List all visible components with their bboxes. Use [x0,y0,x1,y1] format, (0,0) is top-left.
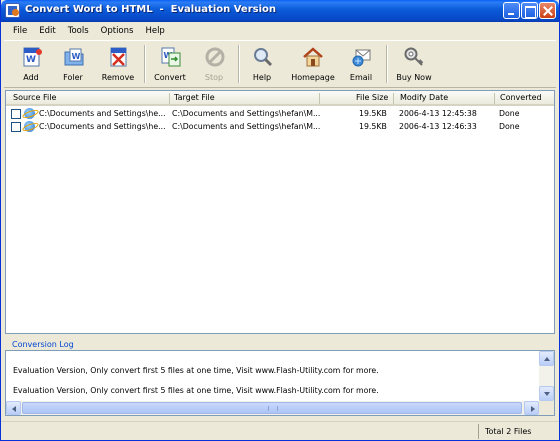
remove-label: Remove [101,73,135,82]
file-list[interactable]: Source File Target File File Size Modify… [5,90,555,334]
source-file-cell: C:\Documents and Settings\he... [39,109,166,118]
help-label: Help [252,73,272,82]
homepage-label: Homepage [291,73,335,82]
convert-button[interactable]: W Convert [149,43,191,87]
column-divider[interactable] [169,93,170,104]
row-checkbox[interactable] [11,122,21,132]
scroll-down-button[interactable] [539,386,554,401]
scroll-left-button[interactable] [6,401,21,415]
stop-label: Stop [204,73,224,82]
target-file-cell: C:\Documents and Settings\hefan\M... [172,122,320,131]
help-magnifier-icon [254,48,273,67]
toolbar-separator [144,45,146,83]
menu-edit[interactable]: Edit [33,26,61,36]
convert-label: Convert [154,73,186,82]
svg-text:W: W [72,52,81,61]
app-icon [5,3,20,18]
html-file-icon [24,121,35,132]
conversion-log[interactable]: Evaluation Version, Only convert first 5… [5,350,555,416]
folder-word-icon: W [64,48,84,66]
window-title: Convert Word to HTML - Evaluation Versio… [25,4,277,15]
stop-icon [205,47,225,67]
column-header-converted[interactable]: Converted [500,93,542,102]
email-icon [352,49,371,67]
html-file-icon [24,108,35,119]
folder-label: Foler [63,73,83,82]
add-button[interactable]: W Add [10,43,52,87]
app-window: Convert Word to HTML - Evaluation Versio… [0,0,560,441]
scroll-up-button[interactable] [539,351,554,366]
column-divider[interactable] [319,93,320,104]
toolbar: W Add W Foler Remove W Convert Stop Help… [4,40,556,88]
converted-cell: Done [499,122,520,131]
homepage-house-icon [303,47,323,67]
menu-file[interactable]: File [7,26,33,36]
convert-icon: W [161,47,181,67]
table-row[interactable]: C:\Documents and Settings\he... C:\Docum… [6,121,554,134]
add-word-icon: W [23,47,42,67]
conversion-log-label: Conversion Log [12,340,74,349]
email-label: Email [349,73,373,82]
vertical-scrollbar[interactable] [539,351,554,401]
homepage-button[interactable]: Homepage [288,43,338,87]
toolbar-separator [238,45,240,83]
column-header-source[interactable]: Source File [13,93,56,102]
help-button[interactable]: Help [241,43,283,87]
menu-help[interactable]: Help [139,26,170,36]
modify-date-cell: 2006-4-13 12:45:38 [399,109,477,118]
table-row[interactable]: C:\Documents and Settings\he... C:\Docum… [6,108,554,121]
maximize-button[interactable] [521,2,538,19]
folder-button[interactable]: W Foler [52,43,94,87]
converted-cell: Done [499,109,520,118]
row-checkbox[interactable] [11,109,21,119]
title-bar[interactable]: Convert Word to HTML - Evaluation Versio… [1,0,559,22]
email-button[interactable]: Email [340,43,382,87]
menu-tools[interactable]: Tools [62,26,95,36]
scrollbar-corner [539,401,554,415]
target-file-cell: C:\Documents and Settings\hefan\M... [172,109,320,118]
file-size-cell: 19.5KB [359,122,387,131]
minimize-button[interactable] [503,2,520,19]
svg-text:W: W [26,55,36,65]
buy-now-key-icon [404,47,424,66]
column-divider[interactable] [393,93,394,104]
list-header: Source File Target File File Size Modify… [6,91,554,106]
menu-options[interactable]: Options [95,26,140,36]
toolbar-separator [386,45,388,83]
buy-now-button[interactable]: Buy Now [391,43,437,87]
source-file-cell: C:\Documents and Settings\he... [39,122,166,131]
scroll-right-button[interactable] [524,401,539,415]
add-label: Add [23,73,39,82]
remove-button[interactable]: Remove [97,43,139,87]
stop-button[interactable]: Stop [193,43,235,87]
log-line: Evaluation Version, Only convert first 5… [13,366,379,375]
column-header-date[interactable]: Modify Date [400,93,448,102]
column-header-size[interactable]: File Size [356,93,388,102]
file-size-cell: 19.5KB [359,109,387,118]
log-line: Evaluation Version, Only convert first 5… [13,386,379,395]
modify-date-cell: 2006-4-13 12:46:33 [399,122,477,131]
horizontal-scrollbar[interactable] [6,401,539,415]
close-button[interactable] [539,2,556,19]
remove-word-icon [110,47,127,67]
column-header-target[interactable]: Target File [174,93,215,102]
horizontal-scroll-thumb[interactable] [22,402,522,414]
column-divider[interactable] [494,93,495,104]
status-bar: Total 2 Files [1,421,559,440]
menu-bar: File Edit Tools Options Help [1,22,559,39]
total-files-status: Total 2 Files [478,424,557,439]
buy-now-label: Buy Now [396,73,432,82]
